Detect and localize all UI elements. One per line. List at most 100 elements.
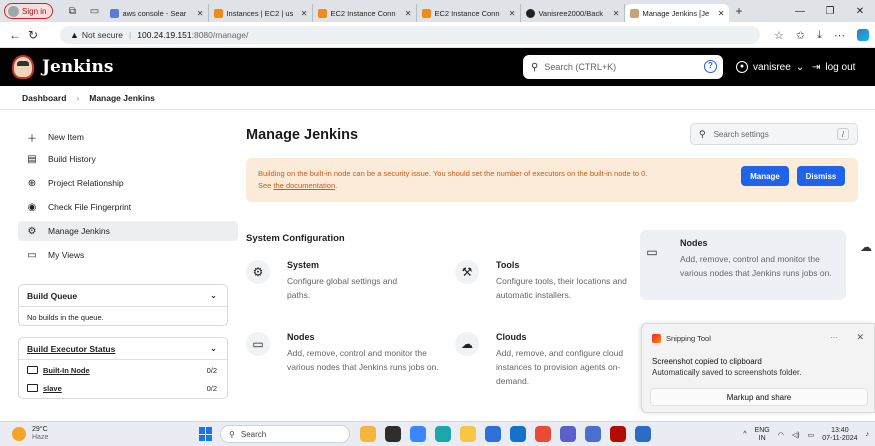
battery-icon[interactable]: ▭ bbox=[808, 431, 815, 439]
logout-icon: ⇥ bbox=[812, 61, 821, 73]
widgets-app-icon[interactable] bbox=[360, 426, 376, 442]
weather-widget[interactable]: 29°C Haze bbox=[12, 426, 48, 442]
tab-title: Instances | EC2 | us bbox=[226, 8, 294, 18]
teams-app-icon[interactable] bbox=[560, 426, 576, 442]
dismiss-button[interactable]: Dismiss bbox=[797, 166, 845, 186]
clock[interactable]: 13:40 07-11-2024 bbox=[822, 427, 857, 443]
jenkins-favicon-icon bbox=[630, 8, 640, 18]
task-view-icon[interactable] bbox=[385, 426, 401, 442]
sidebar-item-new-item[interactable]: ＋ New Item bbox=[26, 129, 84, 145]
not-secure-label: Not secure bbox=[81, 29, 124, 40]
close-icon[interactable]: ✕ bbox=[405, 9, 412, 18]
new-tab-button[interactable]: + bbox=[735, 4, 742, 18]
profile-sign-in-button[interactable]: Sign in bbox=[4, 3, 54, 19]
breadcrumb-dashboard[interactable]: Dashboard bbox=[22, 93, 66, 103]
back-icon[interactable]: ← bbox=[6, 28, 24, 42]
notification-bell-icon[interactable]: ♪ bbox=[866, 431, 870, 438]
settings-search-input[interactable]: ⚲ Search settings / bbox=[690, 123, 858, 145]
close-icon[interactable]: ✕ bbox=[301, 9, 308, 18]
sidebar-item-manage-jenkins[interactable]: ⚙ Manage Jenkins bbox=[18, 221, 238, 241]
wifi-icon[interactable]: ◠ bbox=[778, 431, 784, 439]
chevron-down-icon[interactable]: ⌄ bbox=[210, 290, 217, 301]
monitor-icon: ▭ bbox=[646, 245, 658, 259]
tab-ec2-connect-1[interactable]: EC2 Instance Conn ✕ bbox=[313, 4, 418, 22]
card-tools[interactable]: ⚒ Tools Configure tools, their locations… bbox=[455, 260, 645, 305]
jenkins-logo-icon[interactable] bbox=[12, 55, 34, 79]
executor-count: 0/2 bbox=[206, 365, 217, 375]
help-icon[interactable]: ? bbox=[704, 60, 717, 73]
close-icon[interactable]: ✕ bbox=[509, 9, 516, 18]
chrome-app-icon[interactable] bbox=[535, 426, 551, 442]
more-icon[interactable]: ··· bbox=[830, 333, 838, 342]
word-app-icon[interactable] bbox=[635, 426, 651, 442]
windows-start-icon[interactable] bbox=[199, 427, 213, 441]
copilot-app-icon[interactable] bbox=[410, 426, 426, 442]
pdf-app-icon[interactable] bbox=[610, 426, 626, 442]
favorites-icon[interactable]: ✩ bbox=[796, 29, 805, 42]
app-with-badge-icon[interactable] bbox=[585, 426, 601, 442]
close-icon[interactable]: ✕ bbox=[197, 9, 204, 18]
executor-status-title[interactable]: Build Executor Status bbox=[27, 344, 115, 354]
warning-triangle-icon[interactable]: ▲ bbox=[70, 30, 79, 40]
language-indicator[interactable]: ENG IN bbox=[755, 427, 770, 443]
address-bar-row: ← ↻ ▲ Not secure | 100.24.19.151:8080/ma… bbox=[0, 22, 875, 48]
copilot-icon[interactable] bbox=[857, 29, 869, 41]
build-queue-title[interactable]: Build Queue bbox=[27, 291, 77, 301]
browser-toolbar-right: ☆ ✩ ⤓ ⋯ bbox=[774, 22, 869, 48]
card-nodes-right[interactable]: ▭ Nodes Add, remove, control and monitor… bbox=[640, 238, 840, 298]
logout-link[interactable]: ⇥ log out bbox=[812, 48, 855, 86]
temperature: 29°C bbox=[32, 426, 48, 433]
chevron-down-icon: ⌄ bbox=[795, 61, 805, 73]
user-menu[interactable]: ● vanisree ⌄ bbox=[736, 48, 804, 86]
jenkins-title[interactable]: Jenkins bbox=[42, 57, 113, 77]
username: vanisree bbox=[753, 61, 791, 73]
sidebar-item-project-relationship[interactable]: ⊕ Project Relationship bbox=[26, 175, 124, 191]
tab-manage-jenkins[interactable]: Manage Jenkins [Je ✕ bbox=[625, 4, 730, 22]
close-icon[interactable]: ✕ bbox=[613, 9, 620, 18]
sidebar-item-build-history[interactable]: ▤ Build History bbox=[26, 151, 95, 167]
node-link-built-in[interactable]: Built-In Node bbox=[27, 366, 90, 375]
card-system[interactable]: ⚙ System Configure global settings and p… bbox=[246, 260, 446, 305]
tab-aws-console[interactable]: aws console - Sear ✕ bbox=[105, 4, 210, 22]
card-desc: Configure tools, their locations and aut… bbox=[496, 276, 627, 300]
downloads-icon[interactable]: ⤓ bbox=[817, 29, 822, 42]
close-window-icon[interactable]: ✕ bbox=[845, 6, 875, 17]
star-icon[interactable]: ☆ bbox=[774, 29, 784, 42]
node-link-slave[interactable]: slave bbox=[27, 384, 62, 393]
close-icon[interactable]: ✕ bbox=[856, 332, 864, 343]
tab-ec2-instances[interactable]: Instances | EC2 | us ✕ bbox=[209, 4, 314, 22]
reload-icon[interactable]: ↻ bbox=[24, 28, 42, 42]
sidebar-item-my-views[interactable]: ▭ My Views bbox=[26, 247, 84, 263]
documentation-link[interactable]: the documentation bbox=[273, 181, 335, 190]
chevron-down-icon[interactable]: ⌄ bbox=[210, 343, 217, 354]
edge-app-icon[interactable] bbox=[435, 426, 451, 442]
url-host: 100.24.19.151 bbox=[137, 29, 192, 40]
close-icon[interactable]: ✕ bbox=[718, 9, 725, 18]
markup-and-share-button[interactable]: Markup and share bbox=[650, 388, 868, 406]
card-title: System bbox=[287, 260, 320, 270]
monitor-icon: ▭ bbox=[246, 332, 270, 356]
card-title: Clouds bbox=[496, 332, 527, 342]
tab-ec2-connect-2[interactable]: EC2 Instance Conn ✕ bbox=[417, 4, 522, 22]
card-clouds[interactable]: ☁ Clouds Add, remove, and configure clou… bbox=[455, 332, 645, 387]
search-placeholder: Search (CTRL+K) bbox=[544, 62, 617, 72]
url-input[interactable]: ▲ Not secure | 100.24.19.151:8080/manage… bbox=[60, 25, 760, 44]
sidebar-item-label: My Views bbox=[48, 250, 85, 260]
outlook-app-icon[interactable] bbox=[510, 426, 526, 442]
manage-button[interactable]: Manage bbox=[741, 166, 789, 186]
volume-icon[interactable]: ◁) bbox=[792, 431, 800, 439]
breadcrumb-manage-jenkins[interactable]: Manage Jenkins bbox=[89, 93, 155, 103]
more-icon[interactable]: ⋯ bbox=[834, 29, 845, 42]
file-explorer-icon[interactable] bbox=[460, 426, 476, 442]
jenkins-search-input[interactable]: ⚲ Search (CTRL+K) ? bbox=[523, 55, 723, 79]
chevron-up-icon[interactable]: ^ bbox=[743, 431, 746, 438]
tab-github[interactable]: Vanisree2000/Back ✕ bbox=[521, 4, 626, 22]
card-nodes[interactable]: ▭ Nodes Add, remove, control and monitor… bbox=[246, 332, 446, 387]
tab-actions-icon[interactable]: ▭ bbox=[87, 4, 101, 18]
sidebar-item-fingerprint[interactable]: ◉ Check File Fingerprint bbox=[26, 199, 132, 215]
minimize-icon[interactable]: — bbox=[785, 6, 815, 17]
workspaces-icon[interactable]: ⧉ bbox=[65, 4, 79, 18]
restore-icon[interactable]: ❐ bbox=[815, 6, 845, 17]
taskbar-search-input[interactable]: ⚲ Search bbox=[220, 425, 350, 443]
store-app-icon[interactable] bbox=[485, 426, 501, 442]
